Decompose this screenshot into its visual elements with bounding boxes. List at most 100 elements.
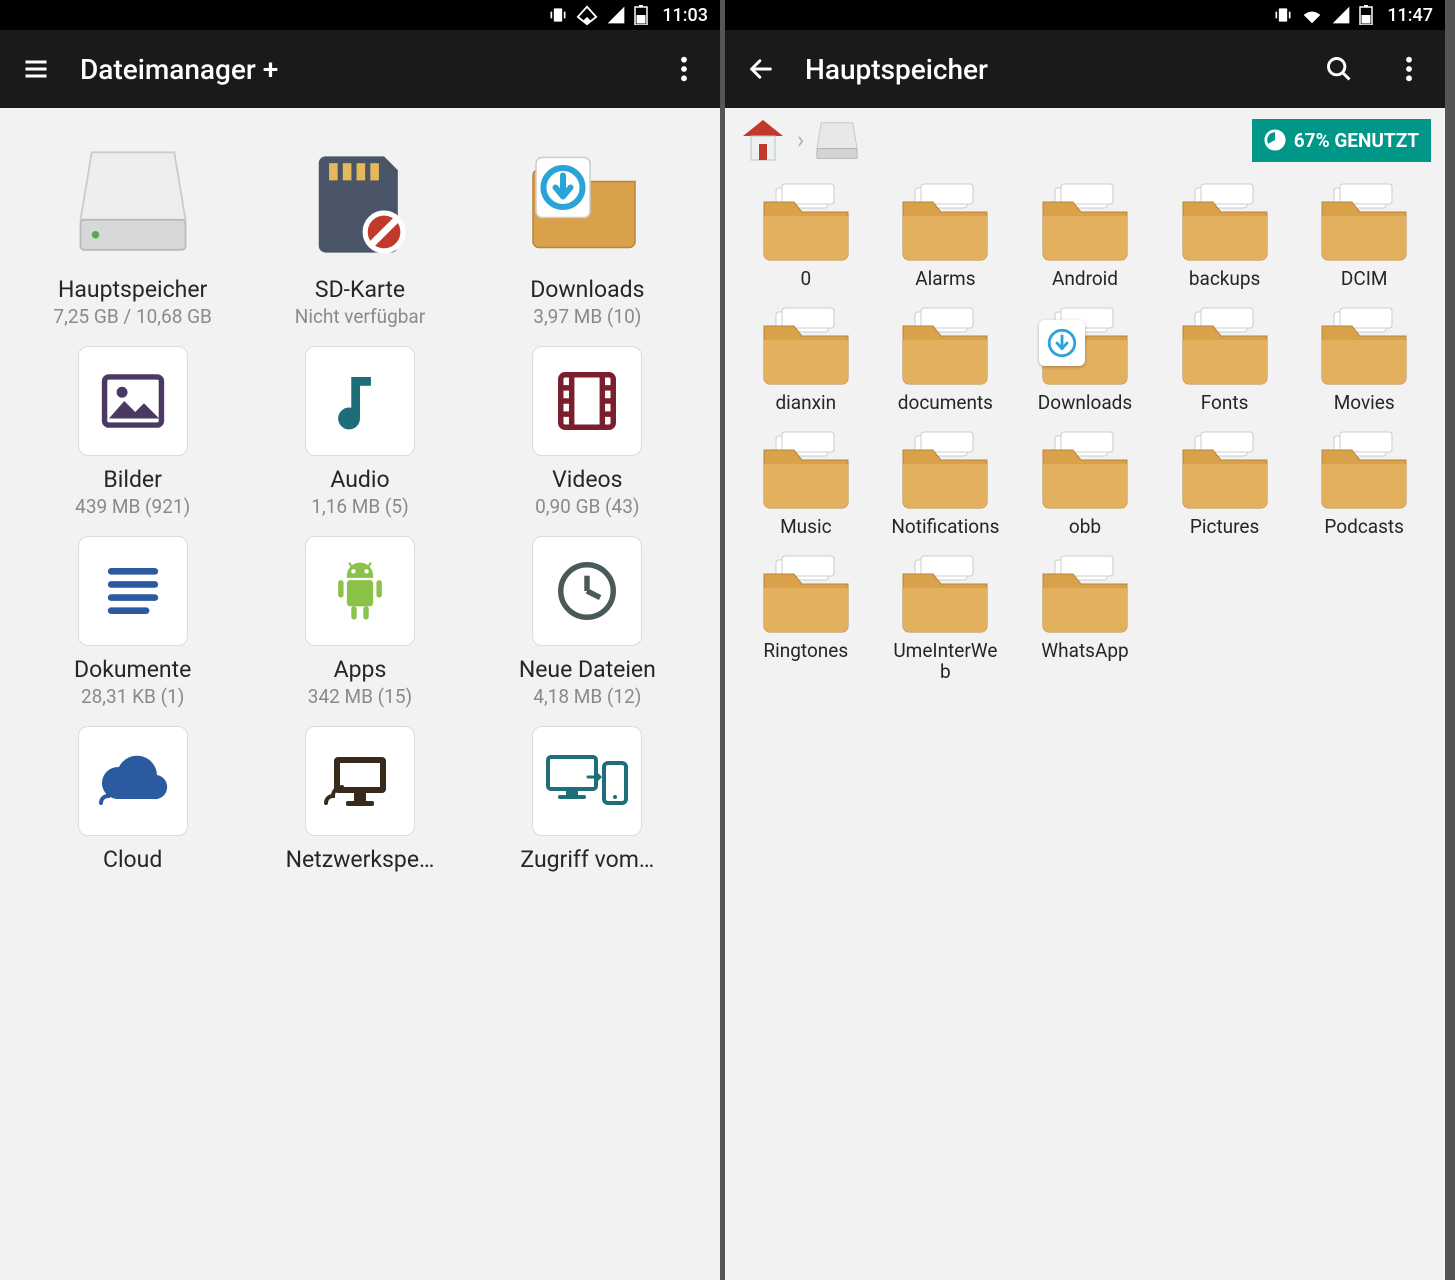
- sdcard-icon: [295, 136, 425, 266]
- app-title: Dateimanager +: [80, 53, 640, 86]
- netmon-icon: [305, 726, 415, 836]
- category-subtitle: Nicht verfügbar: [295, 305, 425, 328]
- phone-left: 11:03 Dateimanager + Hauptspeicher7,25 G…: [0, 0, 720, 1280]
- folder-icon: [897, 430, 993, 510]
- category-label: Dokumente: [74, 656, 191, 683]
- app-bar: Dateimanager +: [0, 30, 720, 108]
- category-audio[interactable]: Audio1,16 MB (5): [249, 346, 470, 518]
- folder-item[interactable]: Android: [1018, 182, 1152, 290]
- drive-icon: [68, 136, 198, 266]
- folder-item[interactable]: Ringtones: [739, 554, 873, 684]
- folder-item[interactable]: obb: [1018, 430, 1152, 538]
- folder-label: Ringtones: [763, 640, 848, 662]
- category-label: Neue Dateien: [519, 656, 656, 683]
- folder-icon: [758, 430, 854, 510]
- folder-label: backups: [1189, 268, 1261, 290]
- folder-item[interactable]: Pictures: [1158, 430, 1292, 538]
- overflow-menu-icon[interactable]: [668, 53, 700, 85]
- wifi-icon: [1301, 4, 1323, 26]
- back-arrow-icon[interactable]: [745, 53, 777, 85]
- category-subtitle: 1,16 MB (5): [311, 495, 408, 518]
- breadcrumb: › 67% GENUTZT: [725, 108, 1445, 172]
- category-label: Apps: [334, 656, 387, 683]
- category-sd-card[interactable]: SD-KarteNicht verfügbar: [249, 136, 470, 328]
- status-time: 11:03: [662, 5, 708, 26]
- folder-item[interactable]: dianxin: [739, 306, 873, 414]
- folder-icon: [1177, 306, 1273, 386]
- folder-item[interactable]: documents: [879, 306, 1013, 414]
- folder-icon: [1316, 430, 1412, 510]
- folder-icon: [897, 306, 993, 386]
- doc-icon: [78, 536, 188, 646]
- vibrate-icon: [548, 5, 568, 25]
- signal-icon: [606, 5, 626, 25]
- folder-label: Music: [780, 516, 831, 538]
- battery-icon: [1359, 5, 1373, 25]
- category-videos[interactable]: Videos0,90 GB (43): [477, 346, 698, 518]
- folder-item[interactable]: Notifications: [879, 430, 1013, 538]
- folder-item[interactable]: WhatsApp: [1018, 554, 1152, 684]
- app-bar: Hauptspeicher: [725, 30, 1445, 108]
- overflow-menu-icon[interactable]: [1393, 53, 1425, 85]
- category-documents[interactable]: Dokumente28,31 KB (1): [22, 536, 243, 708]
- category-subtitle: 3,97 MB (10): [533, 305, 641, 328]
- folder-icon: [1316, 306, 1412, 386]
- signal-icon: [1331, 5, 1351, 25]
- folder-item[interactable]: Alarms: [879, 182, 1013, 290]
- breadcrumb-drive-icon[interactable]: [814, 117, 860, 163]
- folder-label: Downloads: [1038, 392, 1132, 414]
- category-subtitle: 28,31 KB (1): [81, 685, 184, 708]
- folder-item[interactable]: Podcasts: [1297, 430, 1431, 538]
- category-pc-access[interactable]: Zugriff vom…: [477, 726, 698, 873]
- android-icon: [305, 536, 415, 646]
- folder-item[interactable]: UmeInterWeb: [879, 554, 1013, 684]
- clock-icon: [532, 536, 642, 646]
- folder-label: Podcasts: [1324, 516, 1404, 538]
- folder-icon: [897, 554, 993, 634]
- category-subtitle: 439 MB (921): [75, 495, 190, 518]
- folder-icon: [1037, 554, 1133, 634]
- folder-icon: [758, 182, 854, 262]
- folder-item[interactable]: Movies: [1297, 306, 1431, 414]
- folder-label: Notifications: [891, 516, 999, 538]
- category-subtitle: 7,25 GB / 10,68 GB: [53, 305, 211, 328]
- folder-grid: 0 Alarms Android backups DCIM dianxindocument…: [725, 172, 1445, 1280]
- folder-label: Alarms: [915, 268, 975, 290]
- status-time: 11:47: [1387, 5, 1433, 26]
- category-label: Audio: [330, 466, 389, 493]
- storage-usage-badge[interactable]: 67% GENUTZT: [1252, 119, 1431, 162]
- category-main-storage[interactable]: Hauptspeicher7,25 GB / 10,68 GB: [22, 136, 243, 328]
- folder-item[interactable]: Downloads: [1018, 306, 1152, 414]
- category-label: Netzwerkspe…: [286, 846, 435, 873]
- app-title: Hauptspeicher: [805, 53, 1295, 86]
- category-label: Zugriff vom…: [520, 846, 654, 873]
- category-label: Bilder: [103, 466, 161, 493]
- folder-item[interactable]: Music: [739, 430, 873, 538]
- category-apps[interactable]: Apps342 MB (15): [249, 536, 470, 708]
- breadcrumb-home-icon[interactable]: [739, 116, 787, 164]
- category-new-files[interactable]: Neue Dateien4,18 MB (12): [477, 536, 698, 708]
- folder-item[interactable]: 0: [739, 182, 873, 290]
- category-label: SD-Karte: [315, 276, 405, 303]
- pie-icon: [1264, 129, 1286, 151]
- category-subtitle: 4,18 MB (12): [533, 685, 641, 708]
- folder-label: obb: [1069, 516, 1101, 538]
- folder-item[interactable]: backups: [1158, 182, 1292, 290]
- folder-item[interactable]: Fonts: [1158, 306, 1292, 414]
- category-cloud[interactable]: Cloud: [22, 726, 243, 873]
- category-subtitle: 342 MB (15): [308, 685, 412, 708]
- folder-label: Pictures: [1190, 516, 1259, 538]
- wifi-icon: [576, 4, 598, 26]
- download-icon: [1039, 320, 1085, 366]
- status-bar: 11:03: [0, 0, 720, 30]
- hamburger-menu-icon[interactable]: [20, 53, 52, 85]
- category-images[interactable]: Bilder439 MB (921): [22, 346, 243, 518]
- category-network[interactable]: Netzwerkspe…: [249, 726, 470, 873]
- folder-label: DCIM: [1341, 268, 1388, 290]
- folder-item[interactable]: DCIM: [1297, 182, 1431, 290]
- category-downloads[interactable]: Downloads3,97 MB (10): [477, 136, 698, 328]
- folder-label: Fonts: [1201, 392, 1249, 414]
- search-icon[interactable]: [1323, 53, 1355, 85]
- chevron-right-icon: ›: [797, 126, 804, 154]
- folder-label: WhatsApp: [1041, 640, 1128, 662]
